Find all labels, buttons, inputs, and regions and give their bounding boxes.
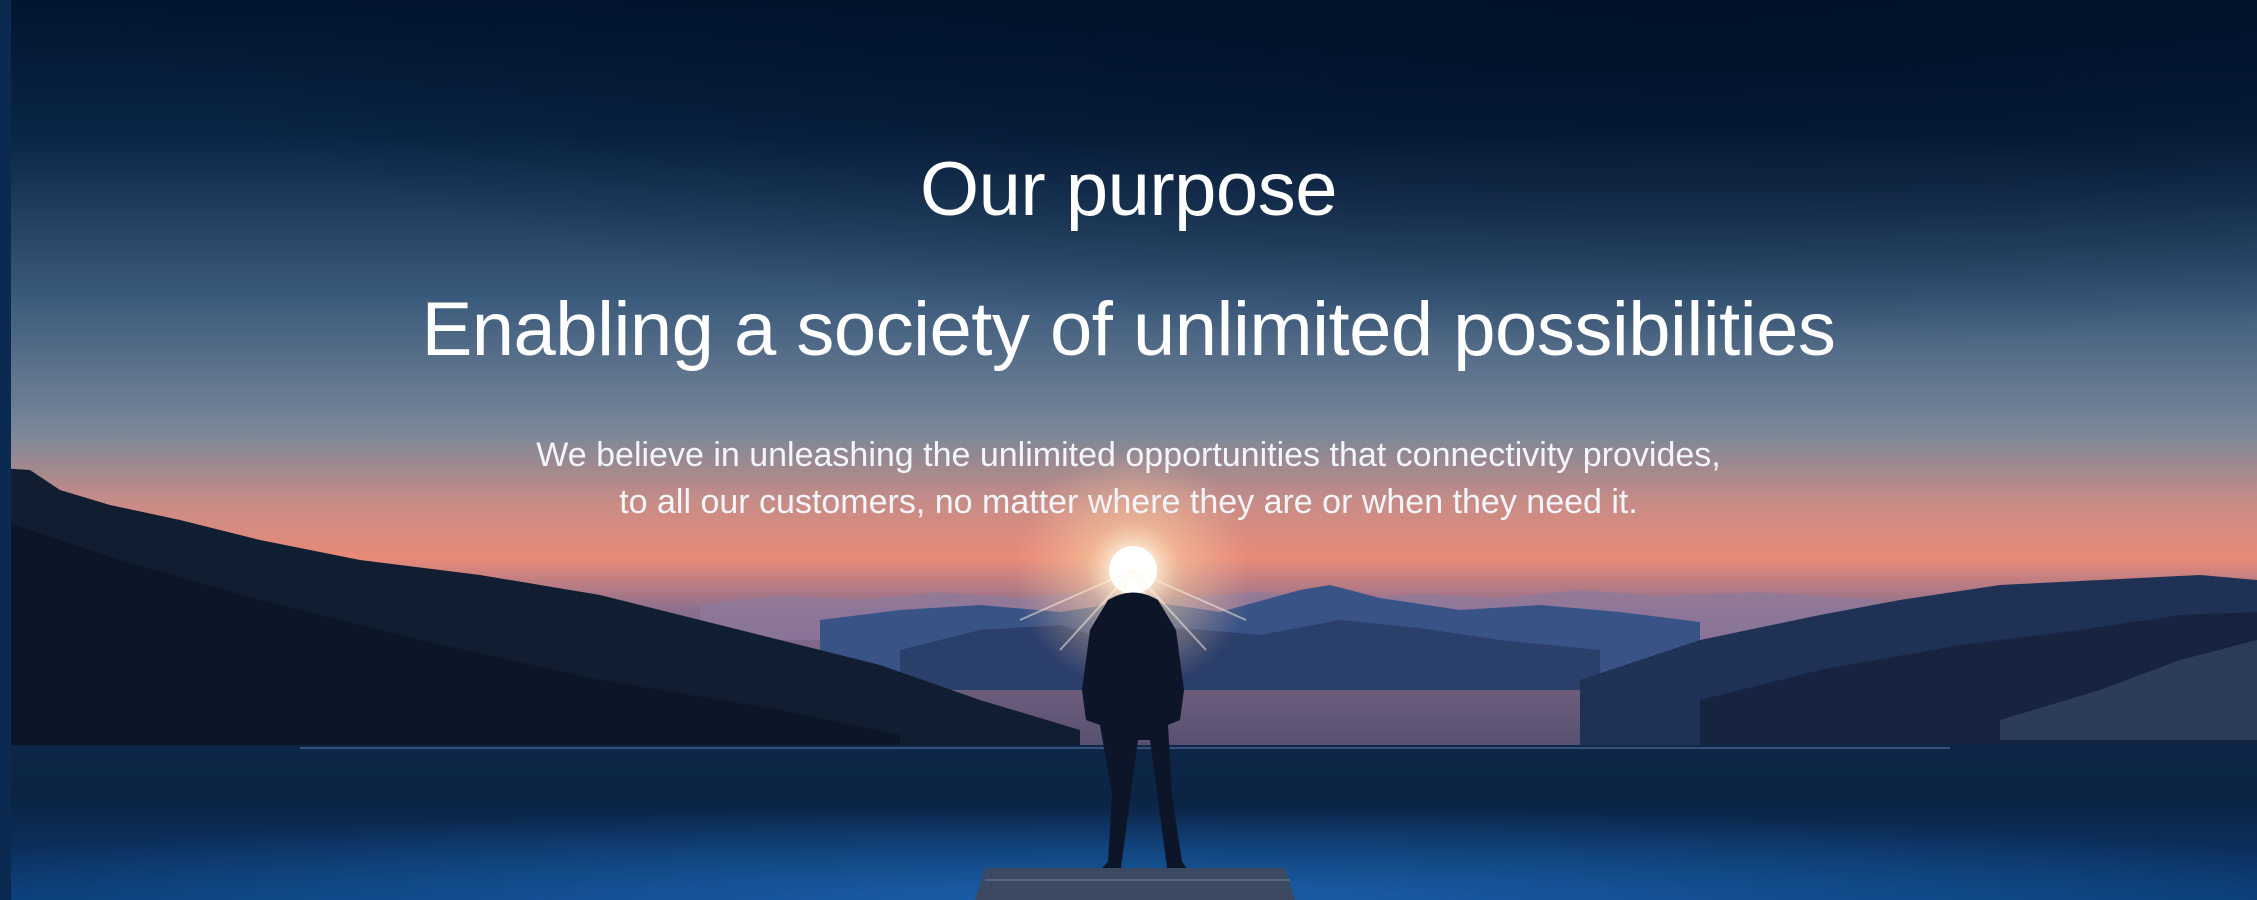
- purpose-description: We believe in unleashing the unlimited o…: [0, 432, 2257, 526]
- purpose-headline: Enabling a society of unlimited possibil…: [421, 287, 1836, 372]
- left-edge-strip: [0, 0, 11, 900]
- purpose-description-line-1: We believe in unleashing the unlimited o…: [536, 436, 1721, 474]
- purpose-description-line-2: to all our customers, no matter where th…: [619, 483, 1638, 521]
- hero-section: Our purpose Enabling a society of unlimi…: [0, 0, 2257, 900]
- page-title: Our purpose: [920, 147, 1337, 232]
